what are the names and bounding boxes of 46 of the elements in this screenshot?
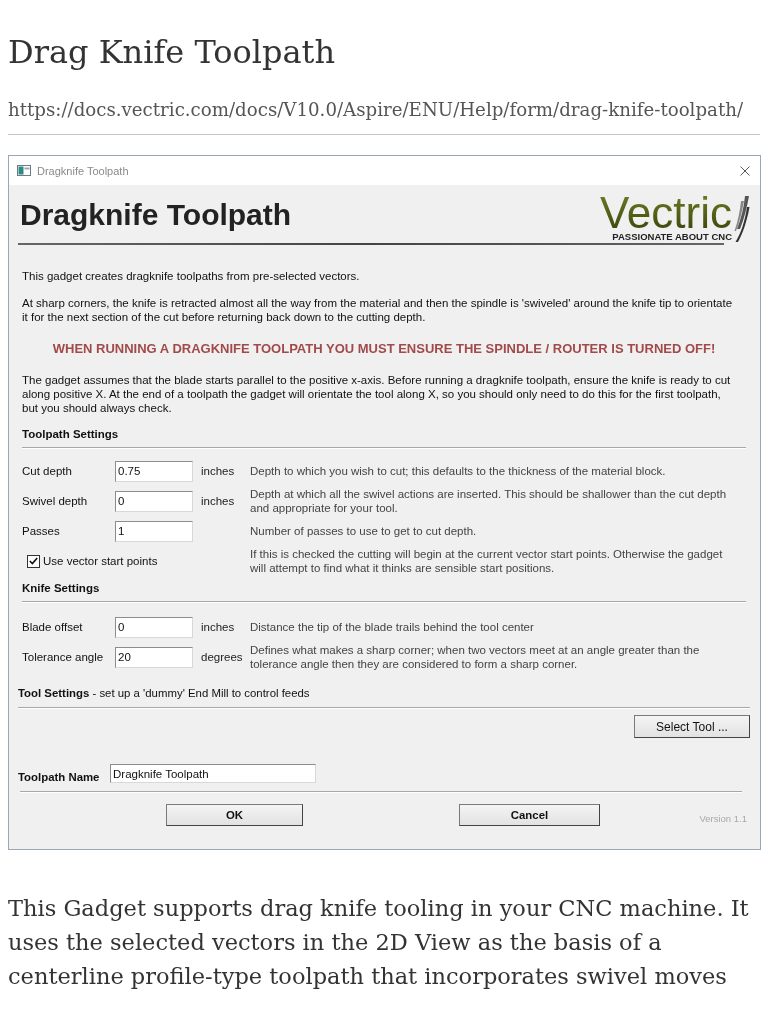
field-description: If this is checked the cutting will begin at the current vector start points. Otherwise the gadget will attempt to find what it thinks are sensible start positions. bbox=[250, 547, 724, 575]
checkbox-label: Use vector start points bbox=[43, 554, 158, 568]
blade-icon bbox=[734, 195, 750, 243]
unit-label: inches bbox=[201, 620, 235, 634]
input-field[interactable]: Dragknife Toolpath bbox=[110, 764, 316, 783]
paragraph: The gadget assumes that the blade starts parallel to the positive x-axis. Before running a dragknife toolpath, ensure the knife is ready to cut along positive X. At the end of a toolpath the gadget will orientate the tool along X, so you should only need to do this for the first toolpath, but you should always check. bbox=[22, 373, 732, 415]
dialog-heading: Dragknife Toolpath bbox=[20, 197, 292, 233]
select-tool-button[interactable]: Select Tool ... bbox=[634, 715, 750, 738]
field-description: Number of passes to use to get to cut depth. bbox=[250, 524, 478, 538]
unit-label: degrees bbox=[201, 650, 243, 664]
article-paragraph: This Gadget supports drag knife tooling in your CNC machine. It uses the selected vectors in the 2D View as the basis of a centerline profile-type toolpath that incorporates swivel moves bbox=[8, 894, 750, 991]
version-label: Version 1.1 bbox=[699, 813, 747, 825]
input-field[interactable]: 0.75 bbox=[115, 460, 193, 482]
section-title: Tool Settings - set up a 'dummy' End Mill to control feeds bbox=[18, 686, 311, 700]
field-label: Passes bbox=[22, 524, 61, 538]
input-field[interactable]: 1 bbox=[115, 520, 193, 542]
check-icon bbox=[29, 557, 38, 565]
cancel-button[interactable]: Cancel bbox=[459, 804, 600, 826]
paragraph: At sharp corners, the knife is retracted almost all the way from the material and then the spindle is 'swiveled' around the knife tip to orientate it for the next section of the cut before returning back down to the cutting depth. bbox=[22, 296, 734, 324]
page-title: Drag Knife Toolpath bbox=[8, 32, 337, 73]
checkbox[interactable] bbox=[27, 554, 40, 568]
field-description: Distance the tip of the blade trails behind the tool center bbox=[250, 620, 535, 634]
paragraph: This gadget creates dragknife toolpaths from pre-selected vectors. bbox=[22, 269, 361, 283]
field-description: Defines what makes a sharp corner; when two vectors meet at an angle greater than the tolerance angle then they are considered to form a sharp corner. bbox=[250, 643, 701, 671]
field-label: Cut depth bbox=[22, 464, 73, 478]
window-icon bbox=[17, 165, 31, 176]
close-icon[interactable] bbox=[740, 165, 750, 176]
input-field[interactable]: 0 bbox=[115, 616, 193, 638]
unit-label: inches bbox=[201, 494, 235, 508]
field-label: Tolerance angle bbox=[22, 650, 105, 664]
logo-tagline: PASSIONATE ABOUT CNC bbox=[612, 231, 732, 243]
unit-label: inches bbox=[201, 464, 235, 478]
warning-text: WHEN RUNNING A DRAGKNIFE TOOLPATH YOU MUST ENSURE THE SPINDLE / ROUTER IS TURNED OFF! bbox=[51, 341, 717, 357]
field-label: Blade offset bbox=[22, 620, 84, 634]
ok-button[interactable]: OK bbox=[166, 804, 303, 826]
logo-wordmark: Vectric bbox=[599, 195, 732, 231]
field-description: Depth to which you wish to cut; this defaults to the thickness of the material block. bbox=[250, 464, 667, 478]
input-field[interactable]: 0 bbox=[115, 490, 193, 512]
field-label: Swivel depth bbox=[22, 494, 89, 508]
field-description: Depth at which all the swivel actions are inserted. This should be shallower than the cut depth and appropriate for your tool. bbox=[250, 487, 728, 515]
section-title: Knife Settings bbox=[22, 581, 101, 595]
section-title: Toolpath Settings bbox=[22, 427, 120, 441]
window-title: Dragknife Toolpath bbox=[37, 164, 129, 177]
input-field[interactable]: 20 bbox=[115, 646, 193, 668]
field-label: Toolpath Name bbox=[18, 770, 101, 784]
page-url: https://docs.vectric.com/docs/V10.0/Aspire/ENU/Help/form/drag-knife-toolpath/ bbox=[8, 98, 745, 122]
